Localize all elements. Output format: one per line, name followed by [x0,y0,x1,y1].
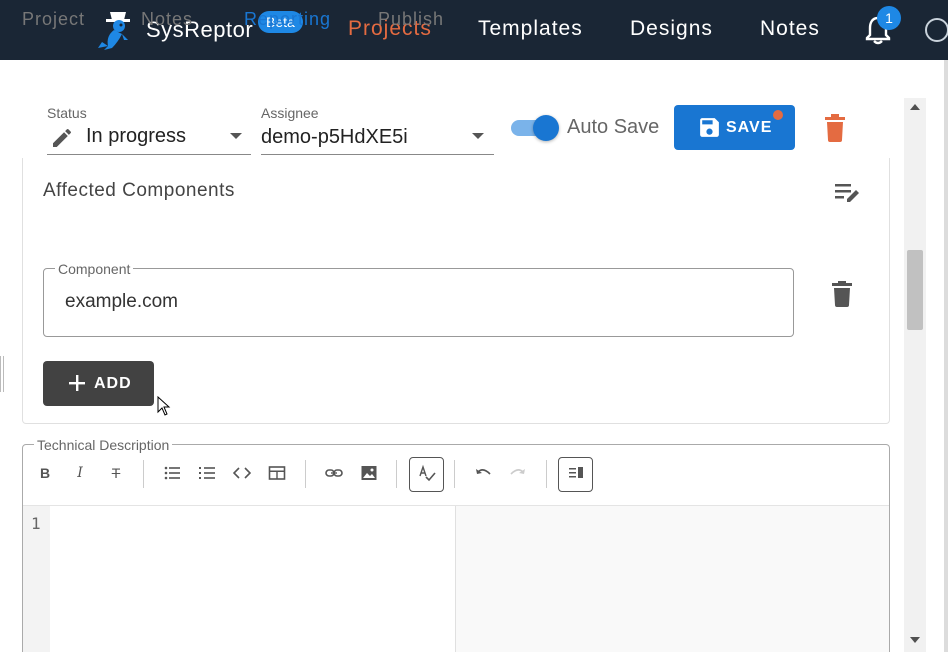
scrollbar-thumb[interactable] [907,250,923,330]
status-chevron-down-icon[interactable] [230,133,242,139]
tab-publish[interactable]: Publish [378,9,444,30]
mouse-cursor-icon [157,396,171,416]
delete-component-trash-icon[interactable] [831,281,853,307]
assignee-label: Assignee [261,105,319,121]
component-field-label: Component [55,261,134,277]
sidebar-resize-handle[interactable] [0,356,4,392]
page-scrollbar[interactable] [904,98,926,652]
status-label: Status [47,105,87,121]
notification-badge: 1 [877,6,901,30]
toolbar-divider [305,460,306,488]
edit-list-icon[interactable] [834,181,860,205]
tab-reporting[interactable]: Reporting [244,9,331,30]
technical-description-label: Technical Description [34,437,173,453]
line-number: 1 [31,514,41,533]
markdown-preview-pane [455,506,889,652]
affected-components-title: Affected Components [43,180,235,201]
autosave-toggle-knob[interactable] [533,115,559,141]
user-avatar[interactable] [925,18,948,42]
toolbar-divider [454,460,455,488]
tab-notes[interactable]: Notes [141,9,193,30]
bullet-list-icon[interactable] [161,462,183,484]
status-select[interactable]: In progress [86,125,186,148]
nav-templates[interactable]: Templates [478,17,583,41]
spellcheck-icon[interactable] [416,462,438,484]
nav-designs[interactable]: Designs [630,17,713,41]
code-icon[interactable] [231,462,253,484]
toolbar-divider [143,460,144,488]
add-component-button[interactable]: ADD [43,361,154,406]
strikethrough-icon[interactable]: T [105,462,127,484]
sysreptor-logo-icon[interactable] [92,6,140,54]
numbered-list-icon[interactable] [196,462,218,484]
unsaved-changes-dot [773,110,783,120]
delete-finding-trash-icon[interactable] [823,114,847,142]
undo-icon[interactable] [472,462,494,484]
save-button-label: SAVE [726,119,773,136]
floppy-disk-icon [700,118,719,137]
window-frame-edge [944,60,948,652]
scroll-down-arrow-icon[interactable] [910,637,920,643]
autosave-label: Auto Save [567,116,660,138]
save-button[interactable]: SAVE [674,105,795,150]
project-subtabs [0,60,948,98]
bold-icon[interactable]: B [34,462,56,484]
add-button-label: ADD [94,375,132,392]
italic-icon[interactable]: I [69,462,91,484]
assignee-select[interactable]: demo-p5HdXE5i [261,126,408,149]
scroll-up-arrow-icon[interactable] [910,104,920,110]
table-icon[interactable] [266,462,288,484]
link-icon[interactable] [323,462,345,484]
image-icon[interactable] [358,462,380,484]
tab-project[interactable]: Project [22,9,85,30]
component-value[interactable]: example.com [65,291,178,313]
assignee-underline [261,154,494,155]
plus-icon [69,375,85,391]
assignee-chevron-down-icon[interactable] [472,133,484,139]
toolbar-divider [546,460,547,488]
pencil-icon [53,128,72,147]
toolbar-divider [396,460,397,488]
preview-icon[interactable] [565,462,587,484]
nav-notes[interactable]: Notes [760,17,820,41]
redo-icon[interactable] [507,462,529,484]
status-underline [47,154,251,155]
